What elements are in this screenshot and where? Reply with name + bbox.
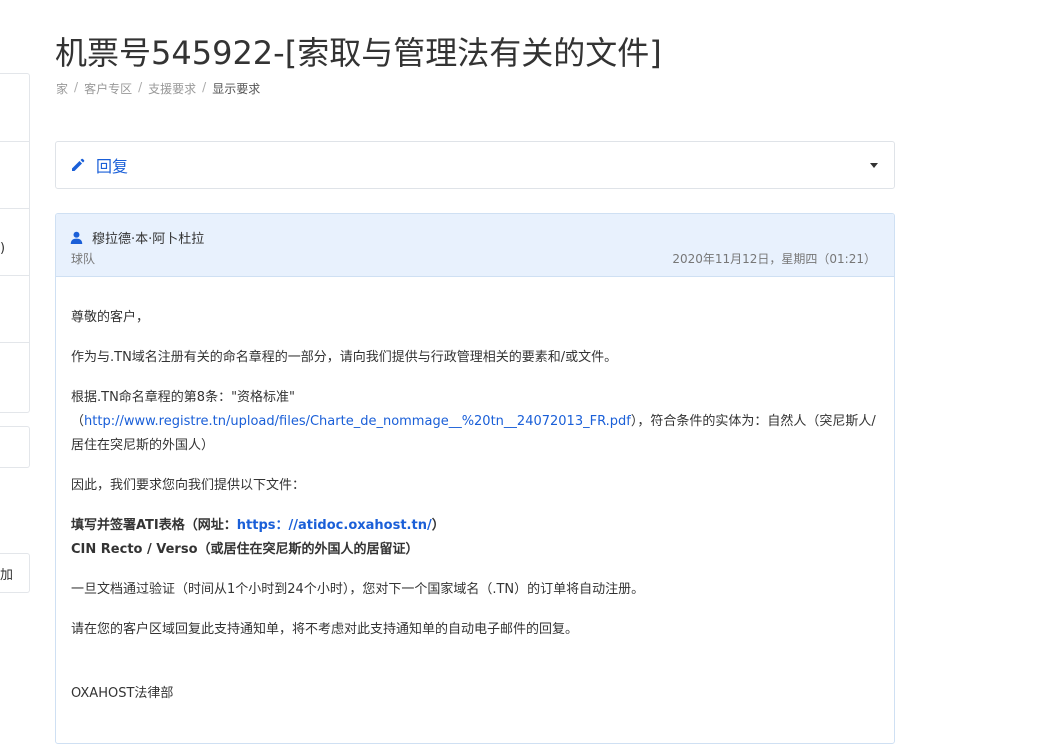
body-paragraph: 根据.TN命名章程的第8条："资格标准" （http://www.registr…: [71, 386, 881, 458]
sidebar: ) 加: [0, 0, 31, 753]
sidebar-add-label: 加: [0, 568, 14, 583]
signature: OXAHOST法律部: [71, 686, 174, 701]
ticket-message: 穆拉德·本·阿卜杜拉 球队 2020年11月12日，星期四（01:21） 尊敬的…: [55, 213, 895, 744]
sidebar-panel: [0, 426, 30, 468]
message-date: 2020年11月12日，星期四（01:21）: [672, 252, 876, 266]
body-paragraph: 因此，我们要求您向我们提供以下文件：: [71, 478, 306, 493]
breadcrumb-separator: /: [202, 80, 207, 94]
breadcrumb-current: 显示要求: [212, 82, 261, 96]
reply-toggle-button[interactable]: 回复: [55, 141, 895, 189]
message-author: 穆拉德·本·阿卜杜拉: [70, 228, 204, 247]
document-item: ）: [431, 518, 445, 533]
body-paragraph: 一旦文档通过验证（时间从1个小时到24个小时），您对下一个国家域名（.TN）的订…: [71, 582, 645, 597]
sidebar-divider: [0, 208, 30, 209]
body-paragraph: 作为与.TN域名注册有关的命名章程的一部分，请向我们提供与行政管理相关的要素和/…: [71, 350, 618, 365]
breadcrumb-home[interactable]: 家: [56, 80, 68, 97]
pencil-icon: [72, 158, 85, 171]
reply-label: 回复: [96, 157, 129, 176]
author-name: 穆拉德·本·阿卜杜拉: [92, 232, 205, 247]
document-item: 填写并签署ATI表格（网址：: [71, 518, 237, 533]
breadcrumb-separator: /: [138, 80, 143, 94]
page-title: 机票号545922-[索取与管理法有关的文件]: [55, 34, 662, 72]
body-text: 根据.TN命名章程的第8条："资格标准": [71, 390, 296, 405]
breadcrumb: 家 / 客户专区 / 支援要求 / 显示要求: [56, 80, 260, 97]
charter-link[interactable]: http://www.registre.tn/upload/files/Char…: [84, 414, 631, 429]
sidebar-item-fragment[interactable]: ): [0, 241, 5, 256]
required-documents: 填写并签署ATI表格（网址：https：//atidoc.oxahost.tn/…: [71, 514, 881, 562]
ati-form-link[interactable]: https：//atidoc.oxahost.tn/: [237, 518, 432, 533]
caret-down-icon: [870, 163, 878, 168]
greeting: 尊敬的客户，: [71, 310, 150, 325]
sidebar-divider: [0, 342, 30, 343]
message-header: 穆拉德·本·阿卜杜拉 球队 2020年11月12日，星期四（01:21）: [56, 214, 894, 277]
body-text: （: [71, 414, 85, 429]
body-paragraph: 请在您的客户区域回复此支持通知单，将不考虑对此支持通知单的自动电子邮件的回复。: [71, 622, 579, 637]
message-body: 尊敬的客户， 作为与.TN域名注册有关的命名章程的一部分，请向我们提供与行政管理…: [71, 306, 881, 722]
breadcrumb-client-area[interactable]: 客户专区: [84, 80, 132, 97]
sidebar-divider: [0, 275, 30, 276]
user-icon: [70, 231, 83, 244]
breadcrumb-support-tickets[interactable]: 支援要求: [148, 80, 196, 97]
document-item: CIN Recto / Verso（或居住在突尼斯的外国人的居留证）: [71, 542, 419, 557]
breadcrumb-separator: /: [74, 80, 79, 94]
author-role: 球队: [71, 252, 96, 266]
sidebar-divider: [0, 141, 30, 142]
